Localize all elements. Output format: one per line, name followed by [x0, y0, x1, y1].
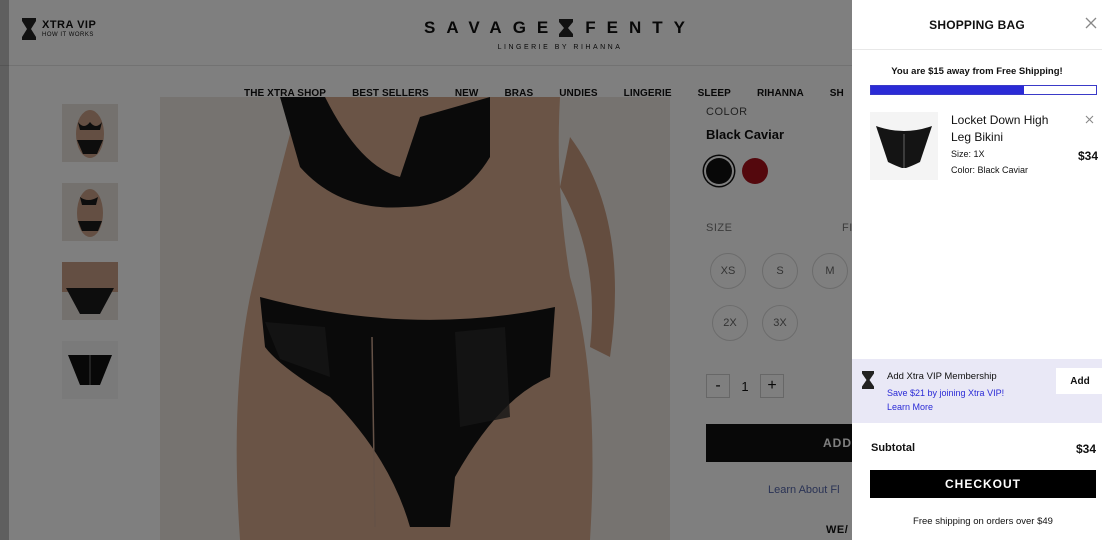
page-overlay[interactable] [0, 0, 852, 540]
cart-item-image[interactable] [870, 112, 938, 180]
free-shipping-note: Free shipping on orders over $49 [913, 516, 1053, 527]
cart-item: Locket Down High Leg Bikini Size: 1X Col… [870, 112, 1100, 182]
vip-savings-text: Save $21 by joining Xtra VIP! [887, 388, 1005, 398]
drawer-header: SHOPPING BAG [852, 0, 1102, 50]
vip-add-button[interactable]: Add [1056, 368, 1102, 394]
cart-item-size: Size: 1X [951, 149, 985, 159]
vip-upsell: Add Xtra VIP Membership Save $21 by join… [852, 359, 1102, 423]
window-edge [0, 0, 9, 540]
shipping-progress-bar [870, 85, 1097, 95]
checkout-button[interactable]: CHECKOUT [870, 470, 1096, 498]
free-shipping-message: You are $15 away from Free Shipping! [891, 66, 1063, 77]
vip-title: Add Xtra VIP Membership [887, 371, 997, 382]
subtotal-value: $34 [1075, 442, 1096, 456]
close-icon[interactable] [1084, 16, 1098, 30]
shopping-bag-drawer: SHOPPING BAG You are $15 away from Free … [852, 0, 1102, 540]
xtra-vip-logo-icon [862, 371, 874, 389]
cart-item-color: Color: Black Caviar [951, 165, 1029, 175]
subtotal-label: Subtotal [871, 442, 915, 454]
cart-item-name[interactable]: Locket Down High Leg Bikini [951, 112, 1063, 146]
vip-learn-more-link[interactable]: Learn More [887, 402, 933, 412]
remove-item-icon[interactable] [1085, 115, 1094, 124]
drawer-title: SHOPPING BAG [929, 17, 1025, 32]
shipping-progress-fill [871, 86, 1024, 94]
cart-item-price: $34 [1077, 149, 1098, 163]
